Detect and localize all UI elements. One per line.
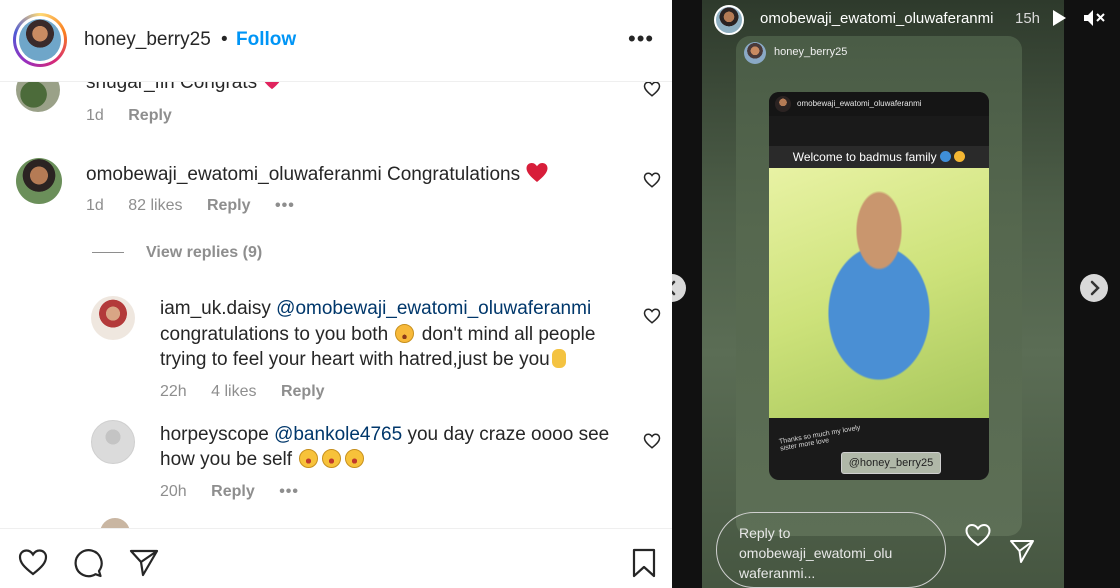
reposted-story-username: omobewaji_ewatomi_oluwaferanmi (797, 99, 922, 108)
reply-button[interactable]: Reply (207, 197, 251, 214)
story-banner-text: Welcome to badmus family (769, 146, 989, 168)
like-comment-heart-icon[interactable] (643, 80, 661, 98)
avatar (744, 42, 766, 64)
story-username[interactable]: omobewaji_ewatomi_oluwaferanmi (760, 10, 993, 27)
like-comment-heart-icon[interactable] (643, 307, 661, 325)
comment-text: Congratulations (387, 164, 521, 185)
globe-emoji-icon (939, 151, 951, 162)
share-icon[interactable] (128, 547, 160, 579)
avatar (775, 96, 791, 112)
reply-time: 20h (160, 483, 187, 500)
comment-likes[interactable]: 82 likes (128, 197, 182, 214)
next-arrow-icon[interactable] (1080, 274, 1108, 302)
post-author-username[interactable]: honey_berry25 (84, 29, 211, 51)
story-reply-input[interactable]: Reply to omobewaji_ewatomi_olu waferanmi… (716, 512, 946, 588)
follow-button[interactable]: Follow (236, 29, 296, 51)
reply-text: trying to feel your heart with hatred,ju… (160, 349, 550, 370)
mention-link[interactable]: @omobewaji_ewatomi_oluwaferanmi (276, 298, 591, 319)
reposted-story: omobewaji_ewatomi_oluwaferanmi Welcome t… (769, 92, 989, 480)
story-note-text: Thanks so much my lovely sister more lov… (778, 424, 861, 453)
reply-text: congratulations to you both (160, 324, 389, 345)
reposted-story-header: omobewaji_ewatomi_oluwaferanmi (769, 92, 989, 116)
comment-username[interactable]: omobewaji_ewatomi_oluwaferanmi (86, 164, 382, 185)
mention-link[interactable]: @bankole4765 (274, 424, 402, 445)
post-action-bar (0, 528, 672, 588)
story-topbar: omobewaji_ewatomi_oluwaferanmi 15h (672, 0, 1120, 36)
shared-story-username: honey_berry25 (774, 46, 848, 58)
story-time: 15h (1015, 10, 1041, 27)
reply-likes[interactable]: 4 likes (211, 383, 256, 400)
baby-photo (769, 168, 989, 418)
star-eyes-emoji-icon (395, 324, 415, 343)
more-options-icon[interactable]: ••• (628, 26, 654, 52)
reply-username[interactable]: iam_uk.daisy (160, 298, 271, 319)
reply-button[interactable]: Reply (281, 383, 325, 400)
heart-icon[interactable] (964, 522, 992, 548)
play-icon[interactable] (1053, 10, 1066, 26)
mention-sticker[interactable]: @honey_berry25 (841, 452, 941, 474)
heart-icon[interactable] (17, 547, 49, 579)
reply-button[interactable]: Reply (211, 483, 255, 500)
like-comment-heart-icon[interactable] (643, 171, 661, 189)
avatar[interactable] (13, 13, 67, 67)
avatar[interactable] (91, 420, 135, 464)
laughing-emoji-icon (322, 449, 342, 468)
send-icon[interactable] (1009, 538, 1035, 564)
laughing-emoji-icon (299, 449, 319, 468)
prev-arrow-icon[interactable] (672, 274, 686, 302)
more-options-icon[interactable]: ••• (275, 197, 295, 214)
shared-story-card[interactable]: honey_berry25 omobewaji_ewatomi_oluwafer… (736, 36, 1022, 536)
reply-username[interactable]: horpeyscope (160, 424, 269, 445)
story-viewer: omobewaji_ewatomi_oluwaferanmi 15h honey… (672, 0, 1120, 588)
comment-time: 1d (86, 107, 104, 124)
smile-emoji-icon (954, 151, 966, 162)
laughing-emoji-icon (345, 449, 365, 468)
reply-text: you day craze oooo see (407, 424, 610, 445)
comments-panel: shugar_fin Congrats 1d Reply omobewaji_e… (0, 0, 672, 588)
post-header: honey_berry25 • Follow ••• (0, 0, 672, 82)
banner-text: Welcome to badmus family (792, 150, 937, 164)
view-replies-button[interactable]: View replies (9) (146, 244, 262, 262)
bookmark-icon[interactable] (628, 547, 660, 579)
red-heart-icon (526, 162, 548, 183)
more-options-icon[interactable]: ••• (279, 483, 299, 500)
avatar[interactable] (91, 296, 135, 340)
reply-time: 22h (160, 383, 187, 400)
reply-text: how you be self (160, 449, 293, 470)
separator-dot: • (221, 29, 228, 50)
divider (92, 252, 124, 253)
reply-text: don't mind all people (421, 324, 596, 345)
avatar[interactable] (16, 158, 62, 204)
mute-icon[interactable] (1082, 8, 1106, 28)
ok-hand-emoji-icon (551, 349, 566, 368)
comment-time: 1d (86, 197, 104, 214)
reply-button[interactable]: Reply (128, 107, 172, 124)
like-comment-heart-icon[interactable] (643, 432, 661, 450)
comment-icon[interactable] (72, 547, 104, 579)
avatar[interactable] (714, 5, 744, 35)
